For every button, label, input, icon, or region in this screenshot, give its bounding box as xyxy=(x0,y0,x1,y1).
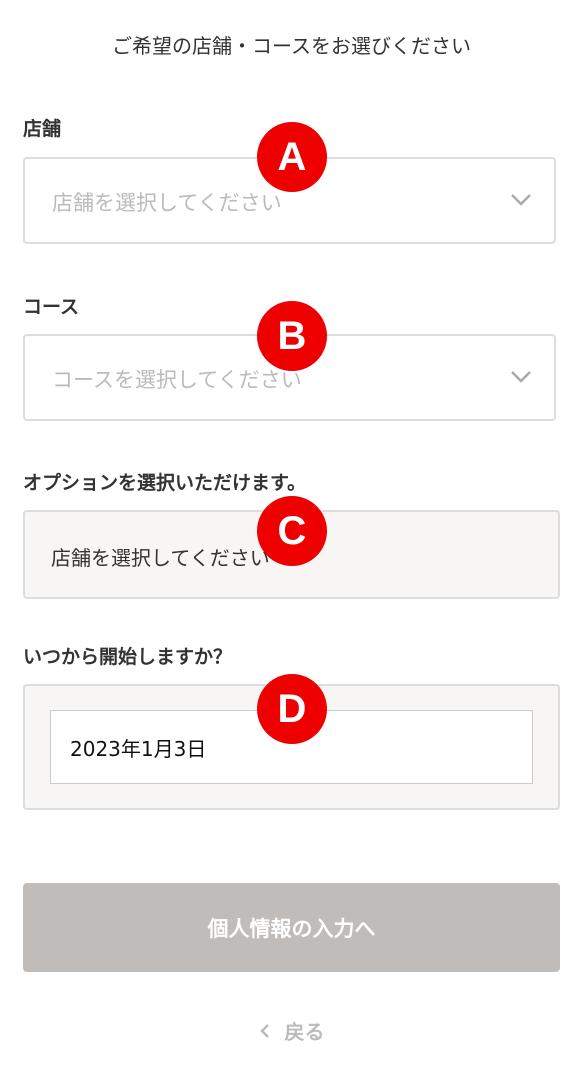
marker-d: D xyxy=(257,674,327,744)
chevron-down-icon xyxy=(511,194,531,206)
chevron-left-icon xyxy=(259,1023,269,1038)
marker-c: C xyxy=(257,496,327,566)
option-label: オプションを選択いただけます。 xyxy=(23,472,307,494)
chevron-down-icon xyxy=(511,371,531,383)
course-select-placeholder: コースを選択してください xyxy=(52,368,302,392)
marker-b: B xyxy=(257,301,327,371)
back-link[interactable]: 戻る xyxy=(0,1016,583,1045)
next-button[interactable]: 個人情報の入力へ xyxy=(23,883,560,972)
course-label: コース xyxy=(23,296,80,318)
option-message: 店舗を選択してください xyxy=(51,546,270,570)
back-link-label: 戻る xyxy=(284,1020,325,1044)
marker-a: A xyxy=(257,122,327,192)
page-title: ご希望の店舗・コースをお選びください xyxy=(112,34,471,58)
start-date-label: いつから開始しますか？ xyxy=(23,646,233,668)
store-label: 店舗 xyxy=(23,118,62,140)
store-select-placeholder: 店舗を選択してください xyxy=(52,191,282,215)
